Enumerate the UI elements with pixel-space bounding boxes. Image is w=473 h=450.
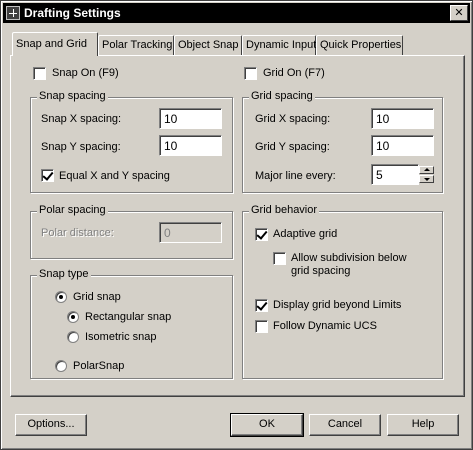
rectangular-snap-label: Rectangular snap (85, 311, 172, 323)
snap-y-spacing-label: Snap Y spacing: (41, 141, 121, 153)
follow-dynamic-ucs-checkbox[interactable] (255, 320, 268, 333)
grid-on-checkbox[interactable] (244, 67, 257, 80)
polar-snap-radio[interactable] (55, 360, 67, 372)
allow-subdivision-checkbox[interactable] (273, 252, 286, 265)
polar-distance-label: Polar distance: (41, 227, 114, 239)
rectangular-snap-radio[interactable] (67, 311, 79, 323)
grid-on-label: Grid On (F7) (263, 67, 325, 79)
cancel-button[interactable]: Cancel (309, 414, 381, 436)
grid-spacing-title: Grid spacing (249, 90, 315, 102)
window-title: Drafting Settings (24, 6, 121, 20)
snap-x-spacing-input[interactable]: 10 (159, 108, 222, 129)
polar-spacing-title: Polar spacing (37, 204, 108, 216)
snap-spacing-title: Snap spacing (37, 90, 108, 102)
drafting-settings-dialog: Drafting Settings ✕ Polar Tracking Objec… (0, 0, 473, 450)
major-line-every-input[interactable]: 5 (371, 164, 419, 185)
isometric-snap-radio[interactable] (67, 331, 79, 343)
grid-x-spacing-input[interactable]: 10 (371, 108, 434, 129)
snap-on-label: Snap On (F9) (52, 67, 119, 79)
app-icon (6, 6, 20, 20)
display-grid-beyond-limits-checkbox[interactable] (255, 299, 268, 312)
equal-xy-spacing-checkbox[interactable] (41, 169, 54, 182)
major-line-every-label: Major line every: (255, 170, 336, 182)
tab-dynamic-input[interactable]: Dynamic Input (242, 35, 316, 55)
snap-on-checkbox[interactable] (33, 67, 46, 80)
allow-subdivision-label-2: grid spacing (291, 265, 351, 277)
ok-button[interactable]: OK (230, 413, 304, 437)
grid-behavior-title: Grid behavior (249, 204, 320, 216)
adaptive-grid-label: Adaptive grid (273, 228, 338, 240)
spin-up-icon[interactable] (419, 166, 434, 174)
follow-dynamic-ucs-label: Follow Dynamic UCS (273, 320, 377, 332)
tab-polar-tracking[interactable]: Polar Tracking (98, 35, 174, 55)
polar-distance-input[interactable]: 0 (159, 222, 222, 243)
isometric-snap-label: Isometric snap (85, 331, 157, 343)
grid-snap-label: Grid snap (73, 291, 121, 303)
tab-snap-and-grid[interactable]: Snap and Grid (12, 32, 98, 58)
spin-down-icon[interactable] (419, 175, 434, 183)
grid-x-spacing-label: Grid X spacing: (255, 113, 331, 125)
tab-quick-properties[interactable]: Quick Properties (316, 35, 403, 55)
polar-snap-label: PolarSnap (73, 360, 125, 372)
equal-xy-spacing-label: Equal X and Y spacing (59, 170, 170, 182)
display-grid-beyond-limits-label: Display grid beyond Limits (273, 299, 402, 311)
grid-snap-radio[interactable] (55, 291, 67, 303)
snap-type-title: Snap type (37, 268, 91, 280)
tab-object-snap[interactable]: Object Snap (174, 35, 242, 55)
grid-y-spacing-label: Grid Y spacing: (255, 141, 330, 153)
close-button[interactable]: ✕ (450, 5, 468, 21)
snap-y-spacing-input[interactable]: 10 (159, 135, 222, 156)
help-button[interactable]: Help (387, 414, 459, 436)
options-button[interactable]: Options... (15, 414, 87, 436)
major-line-spinner[interactable] (419, 166, 434, 183)
title-bar: Drafting Settings ✕ (3, 3, 470, 23)
snap-x-spacing-label: Snap X spacing: (41, 113, 122, 125)
allow-subdivision-label: Allow subdivision below (291, 252, 407, 264)
grid-y-spacing-input[interactable]: 10 (371, 135, 434, 156)
adaptive-grid-checkbox[interactable] (255, 228, 268, 241)
